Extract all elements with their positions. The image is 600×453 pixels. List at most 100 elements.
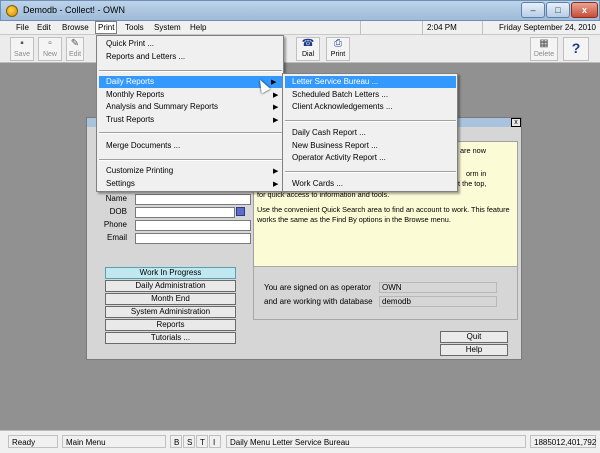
delete-label: Delete	[533, 51, 555, 58]
daily-reports-submenu: Letter Service Bureau ... Scheduled Batc…	[282, 73, 458, 192]
print-label: Print	[330, 51, 346, 58]
menu-separator	[99, 70, 282, 72]
menu-analysis-reports[interactable]: Analysis and Summary Reports	[99, 101, 282, 113]
dial-button[interactable]: ☎ Dial	[296, 37, 320, 61]
phone-input[interactable]	[135, 220, 251, 231]
menu-help[interactable]: Help	[190, 23, 206, 32]
operator-value: OWN	[379, 282, 497, 293]
menu-separator	[99, 159, 282, 161]
dob-input[interactable]	[135, 207, 235, 218]
menu-letter-service-bureau[interactable]: Letter Service Bureau ...	[285, 76, 456, 88]
submenu-arrow-icon: ▶	[273, 117, 279, 124]
delete-icon: ▦	[539, 38, 549, 49]
main-menu-close-button[interactable]: x	[511, 118, 521, 127]
pencil-icon: ✎	[70, 38, 80, 49]
maximize-button[interactable]: □	[546, 2, 570, 18]
email-input[interactable]	[135, 233, 251, 244]
help-icon: ?	[571, 40, 581, 56]
window-title: Demodb - Collect! - OWN	[23, 5, 126, 15]
menu-tools[interactable]: Tools	[125, 23, 144, 32]
menu-edit[interactable]: Edit	[37, 23, 51, 32]
month-end-button[interactable]: Month End	[105, 293, 236, 305]
system-administration-button[interactable]: System Administration	[105, 306, 236, 318]
menu-separator	[99, 132, 282, 134]
menu-separator	[285, 171, 456, 173]
submenu-arrow-icon: ▶	[273, 181, 279, 188]
submenu-arrow-icon: ▶	[271, 79, 277, 86]
phone-icon: ☎	[301, 38, 315, 49]
message-fragment: orm in	[466, 169, 487, 178]
menu-print[interactable]: Print	[95, 21, 118, 34]
submenu-arrow-icon: ▶	[273, 92, 279, 99]
calendar-icon[interactable]	[236, 207, 245, 216]
menu-settings[interactable]: Settings	[99, 178, 282, 190]
help-button-main[interactable]: Help	[440, 344, 508, 356]
status-context: Daily Menu Letter Service Bureau	[226, 435, 526, 448]
menu-monthly-reports[interactable]: Monthly Reports	[99, 89, 282, 101]
status-bar: Ready Main Menu B S T I Daily Menu Lette…	[0, 430, 600, 453]
floppy-icon: ▪	[20, 38, 24, 49]
menu-system[interactable]: System	[154, 23, 181, 32]
name-input[interactable]	[135, 194, 251, 205]
menu-separator	[285, 120, 456, 122]
sign-on-info: You are signed on as operator OWN and ar…	[253, 266, 518, 320]
title-bar: Demodb - Collect! - OWN – □ x	[0, 0, 600, 21]
message-line: Use the convenient Quick Search area to …	[257, 205, 510, 224]
printer-icon: ⎙	[334, 38, 342, 49]
delete-button[interactable]: ▦ Delete	[530, 37, 558, 61]
reports-button[interactable]: Reports	[105, 319, 236, 331]
new-label: New	[42, 51, 57, 58]
menu-customize-printing[interactable]: Customize Printing	[99, 165, 282, 177]
tutorials-button[interactable]: Tutorials ...	[105, 332, 236, 344]
date-display: Friday September 24, 2010	[482, 21, 600, 35]
menu-browse[interactable]: Browse	[62, 23, 89, 32]
submenu-arrow-icon: ▶	[273, 104, 279, 111]
menu-reports-and-letters[interactable]: Reports and Letters ...	[99, 51, 282, 63]
save-button[interactable]: ▪ Save	[10, 37, 34, 61]
phone-label: Phone	[103, 220, 127, 229]
status-record: 1885012,401,792	[530, 435, 596, 448]
new-button[interactable]: ▫ New	[38, 37, 62, 61]
submenu-arrow-icon: ▶	[273, 168, 279, 175]
menu-bar: File Edit Browse Print Tools System Help…	[0, 21, 600, 35]
toolbar: ▪ Save ▫ New ✎ Edit ☎ Dial ⎙ Print ▦ Del…	[0, 35, 600, 63]
close-button[interactable]: x	[571, 2, 598, 18]
menu-merge-documents[interactable]: Merge Documents ...	[99, 140, 282, 152]
menu-work-cards[interactable]: Work Cards ...	[285, 178, 456, 190]
quit-button[interactable]: Quit	[440, 331, 508, 343]
print-menu: Quick Print ... Reports and Letters ... …	[96, 35, 284, 192]
message-fragment: at the top,	[454, 179, 487, 188]
name-label: Name	[105, 194, 127, 203]
clock: 2:04 PM	[422, 21, 482, 35]
status-ready: Ready	[8, 435, 58, 448]
menu-quick-print[interactable]: Quick Print ...	[99, 38, 282, 50]
dob-label: DOB	[109, 207, 127, 216]
message-fragment: are now	[460, 146, 486, 155]
menu-trust-reports[interactable]: Trust Reports	[99, 114, 282, 126]
database-label: and are working with database	[264, 297, 373, 306]
edit-button[interactable]: ✎ Edit	[66, 37, 84, 61]
work-in-progress-button[interactable]: Work In Progress	[105, 267, 236, 279]
menu-client-acknowledgements[interactable]: Client Acknowledgements ...	[285, 101, 456, 113]
database-value: demodb	[379, 296, 497, 307]
menu-operator-activity-report[interactable]: Operator Activity Report ...	[285, 152, 456, 164]
menu-daily-cash-report[interactable]: Daily Cash Report ...	[285, 127, 456, 139]
help-button[interactable]: ?	[563, 37, 589, 61]
daily-administration-button[interactable]: Daily Administration	[105, 280, 236, 292]
dial-label: Dial	[301, 51, 315, 58]
blank-cell	[360, 21, 422, 35]
edit-label: Edit	[68, 51, 82, 58]
app-icon	[6, 5, 18, 17]
status-flag-b: B	[170, 435, 182, 448]
print-button[interactable]: ⎙ Print	[326, 37, 350, 61]
minimize-button[interactable]: –	[521, 2, 545, 18]
menu-scheduled-batch-letters[interactable]: Scheduled Batch Letters ...	[285, 89, 456, 101]
status-flag-s: S	[183, 435, 195, 448]
menu-file[interactable]: File	[16, 23, 29, 32]
new-document-icon: ▫	[48, 38, 52, 49]
status-menu: Main Menu	[62, 435, 166, 448]
email-label: Email	[106, 233, 127, 242]
menu-new-business-report[interactable]: New Business Report ...	[285, 140, 456, 152]
status-flag-t: T	[196, 435, 208, 448]
save-label: Save	[14, 51, 30, 58]
